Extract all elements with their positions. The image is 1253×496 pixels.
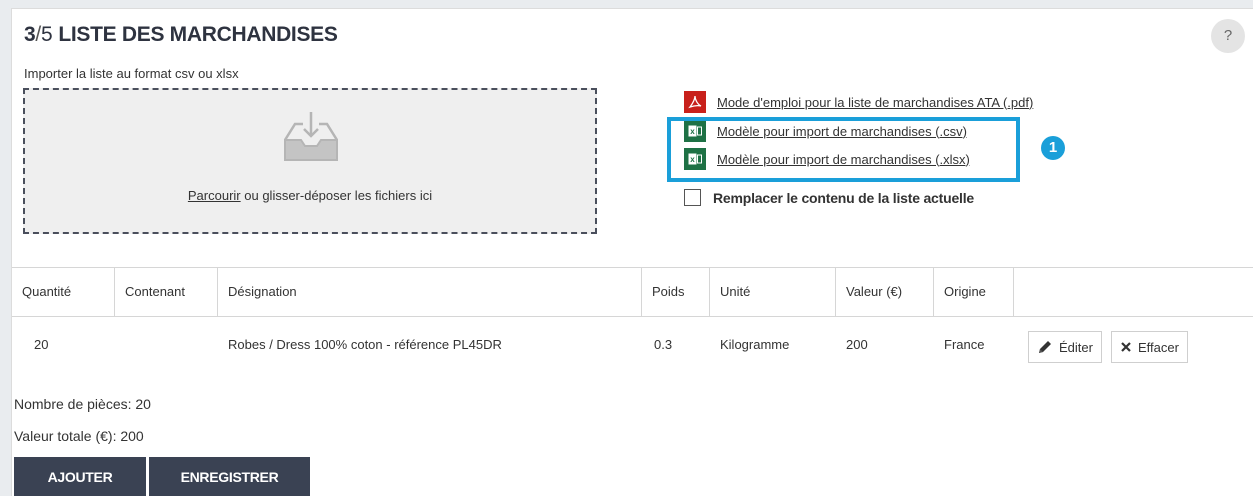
help-button[interactable]: ? [1211,19,1245,53]
cell-quantite: 20 [34,337,49,352]
section-title: LISTE DES MARCHANDISES [58,23,338,46]
column-header-poids: Poids [642,268,710,316]
import-label: Importer la liste au format csv ou xlsx [24,66,239,81]
edit-button-label: Éditer [1059,339,1093,355]
merchandise-panel: 3/5 LISTE DES MARCHANDISES ? Importer la … [11,8,1253,496]
browse-link[interactable]: Parcourir [188,188,241,203]
table-header: Quantité Contenant Désignation Poids Uni… [12,267,1253,317]
pdf-guide-link-label: Mode d'emploi pour la liste de marchandi… [717,94,1034,110]
pdf-file-icon [684,91,706,113]
cell-poids: 0.3 [654,337,673,352]
column-header-valeur: Valeur (€) [836,268,934,316]
dropzone-text: Parcourir ou glisser-déposer les fichier… [25,188,595,203]
delete-button[interactable]: Effacer [1111,331,1188,363]
replace-list-option[interactable]: Remplacer le contenu de la liste actuell… [684,189,974,206]
column-header-designation: Désignation [218,268,642,316]
pieces-count: Nombre de pièces: 20 [14,396,151,412]
step-number: 3 [24,23,36,46]
add-button[interactable]: AJOUTER [14,457,146,496]
pdf-guide-link[interactable]: Mode d'emploi pour la liste de marchandi… [684,91,1033,113]
table-row: 20 Robes / Dress 100% coton - référence … [12,317,1253,373]
edit-button[interactable]: Éditer [1028,331,1102,363]
pencil-icon [1037,339,1053,355]
column-header-contenant: Contenant [115,268,218,316]
close-icon [1120,341,1132,353]
total-value: Valeur totale (€): 200 [14,428,144,444]
page-title: 3/5 LISTE DES MARCHANDISES [24,23,338,47]
cell-designation: Robes / Dress 100% coton - référence PL4… [228,337,502,352]
column-header-origine: Origine [934,268,1014,316]
column-header-unite: Unité [710,268,836,316]
file-dropzone[interactable]: Parcourir ou glisser-déposer les fichier… [23,88,597,234]
cell-unite: Kilogramme [720,337,790,352]
replace-checkbox-label: Remplacer le contenu de la liste actuell… [713,189,975,206]
dropzone-hint: ou glisser-déposer les fichiers ici [240,188,433,203]
cell-valeur: 200 [846,337,868,352]
column-header-quantite: Quantité [12,268,115,316]
save-button[interactable]: ENREGISTRER [149,457,310,496]
step-total: 5 [40,23,53,46]
inbox-download-icon [283,112,339,161]
delete-button-label: Effacer [1138,339,1179,355]
replace-checkbox[interactable] [684,189,701,206]
template-links-highlight [667,117,1020,182]
cell-origine: France [944,337,985,352]
callout-number-badge: 1 [1041,136,1065,160]
